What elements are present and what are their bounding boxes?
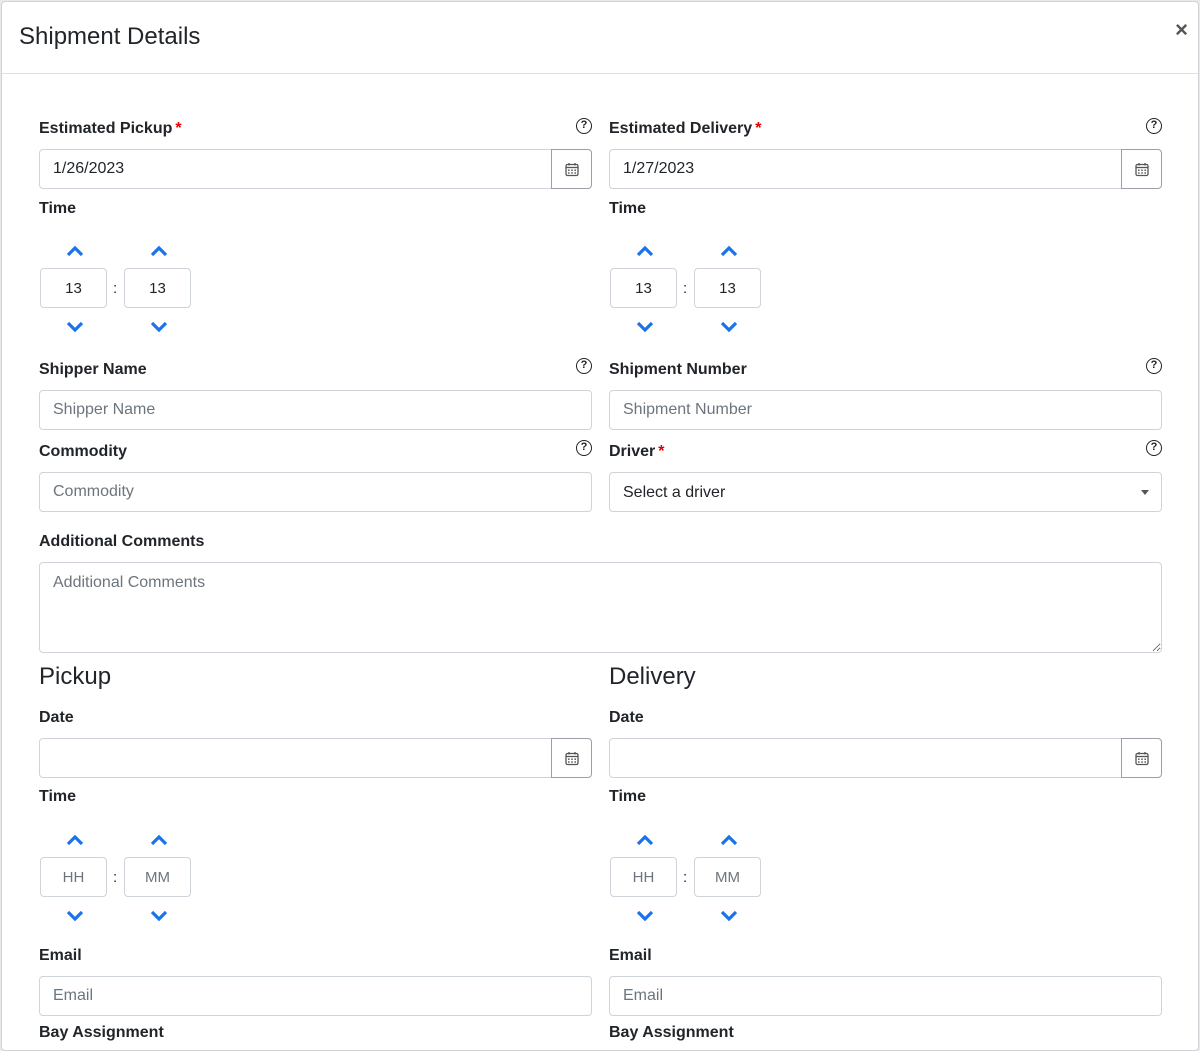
driver-select-value: Select a driver — [623, 484, 726, 501]
driver-select[interactable]: Select a driver — [609, 472, 1162, 512]
chevron-up-icon[interactable] — [719, 244, 739, 258]
delivery-date-label: Date — [609, 709, 644, 726]
additional-comments-label: Additional Comments — [39, 533, 205, 550]
pickup-title: Pickup — [39, 663, 112, 690]
time-separator: : — [683, 869, 688, 886]
commodity-input[interactable] — [39, 472, 592, 512]
shipment-number-label: Shipment Number — [609, 361, 747, 378]
chevron-up-icon[interactable] — [149, 244, 169, 258]
calendar-icon[interactable] — [1121, 149, 1162, 189]
estimated-delivery-minute-input[interactable] — [694, 268, 761, 308]
close-icon[interactable]: × — [1175, 18, 1188, 42]
additional-comments-textarea[interactable] — [39, 562, 1162, 653]
chevron-up-icon[interactable] — [149, 833, 169, 847]
required-marker: * — [175, 120, 182, 137]
chevron-down-icon[interactable] — [635, 909, 655, 923]
question-circle-icon[interactable]: ? — [1146, 358, 1162, 374]
shipper-name-input[interactable] — [39, 390, 592, 430]
caret-down-icon — [1141, 490, 1149, 495]
chevron-up-icon[interactable] — [65, 244, 85, 258]
pickup-minute-input[interactable] — [124, 857, 191, 897]
chevron-down-icon[interactable] — [719, 320, 739, 334]
chevron-down-icon[interactable] — [65, 320, 85, 334]
question-circle-icon[interactable]: ? — [576, 118, 592, 134]
calendar-icon[interactable] — [551, 738, 592, 778]
chevron-up-icon[interactable] — [635, 833, 655, 847]
shipment-details-modal: Shipment Details × Estimated Pickup* ? T… — [1, 1, 1199, 1051]
estimated-delivery-date-picker — [609, 149, 1162, 189]
pickup-hour-input[interactable] — [40, 857, 107, 897]
estimated-pickup-hour-input[interactable] — [40, 268, 107, 308]
chevron-up-icon[interactable] — [65, 833, 85, 847]
modal-header: Shipment Details × — [2, 2, 1198, 74]
calendar-icon[interactable] — [551, 149, 592, 189]
delivery-minute-input[interactable] — [694, 857, 761, 897]
chevron-down-icon[interactable] — [719, 909, 739, 923]
shipper-name-label: Shipper Name — [39, 361, 147, 378]
pickup-email-input[interactable] — [39, 976, 592, 1016]
required-marker: * — [658, 443, 665, 460]
pickup-date-label: Date — [39, 709, 74, 726]
delivery-email-input[interactable] — [609, 976, 1162, 1016]
delivery-date-input[interactable] — [609, 738, 1122, 778]
estimated-pickup-date-picker — [39, 149, 592, 189]
pickup-time-label: Time — [39, 788, 77, 805]
time-separator: : — [683, 280, 688, 297]
chevron-up-icon[interactable] — [719, 833, 739, 847]
required-marker: * — [755, 120, 762, 137]
pickup-email-label: Email — [39, 947, 82, 964]
question-circle-icon[interactable]: ? — [576, 440, 592, 456]
estimated-pickup-time-label: Time — [39, 200, 77, 217]
estimated-pickup-date-input[interactable] — [39, 149, 552, 189]
question-circle-icon[interactable]: ? — [1146, 118, 1162, 134]
calendar-icon[interactable] — [1121, 738, 1162, 778]
shipment-number-input[interactable] — [609, 390, 1162, 430]
time-separator: : — [113, 869, 118, 886]
pickup-date-input[interactable] — [39, 738, 552, 778]
delivery-title: Delivery — [609, 663, 696, 690]
driver-label: Driver * — [609, 443, 665, 460]
question-circle-icon[interactable]: ? — [1146, 440, 1162, 456]
question-circle-icon[interactable]: ? — [576, 358, 592, 374]
pickup-bay-assignment-label: Bay Assignment — [39, 1024, 164, 1041]
commodity-label: Commodity — [39, 443, 127, 460]
chevron-down-icon[interactable] — [149, 320, 169, 334]
delivery-bay-assignment-label: Bay Assignment — [609, 1024, 734, 1041]
estimated-delivery-time-label: Time — [609, 200, 647, 217]
delivery-email-label: Email — [609, 947, 652, 964]
chevron-down-icon[interactable] — [635, 320, 655, 334]
estimated-delivery-hour-input[interactable] — [610, 268, 677, 308]
estimated-pickup-minute-input[interactable] — [124, 268, 191, 308]
time-separator: : — [113, 280, 118, 297]
estimated-pickup-label: Estimated Pickup * — [39, 120, 182, 137]
delivery-hour-input[interactable] — [610, 857, 677, 897]
estimated-delivery-date-input[interactable] — [609, 149, 1122, 189]
delivery-time-label: Time — [609, 788, 647, 805]
chevron-down-icon[interactable] — [149, 909, 169, 923]
delivery-date-picker — [609, 738, 1162, 778]
chevron-down-icon[interactable] — [65, 909, 85, 923]
chevron-up-icon[interactable] — [635, 244, 655, 258]
modal-title: Shipment Details — [19, 23, 201, 50]
estimated-delivery-label: Estimated Delivery * — [609, 120, 762, 137]
pickup-date-picker — [39, 738, 592, 778]
